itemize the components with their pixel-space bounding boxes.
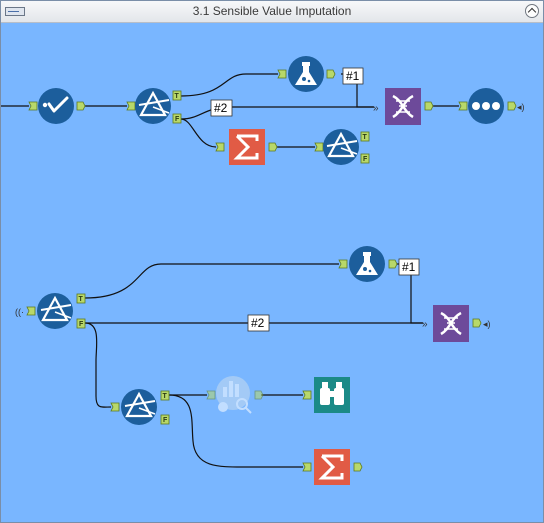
svg-text:◂): ◂): [483, 319, 491, 329]
true-anchor[interactable]: T: [76, 293, 86, 304]
macro-output-tool[interactable]: ◂): [458, 88, 525, 124]
filter-tool[interactable]: T F: [110, 389, 170, 425]
svg-text:F: F: [163, 417, 168, 424]
connection: [180, 118, 217, 148]
connection: [84, 322, 112, 408]
container-title: 3.1 Sensible Value Imputation: [192, 4, 352, 18]
svg-text:F: F: [175, 116, 180, 123]
svg-text:#2: #2: [214, 101, 228, 115]
svg-text:#1: #1: [346, 69, 360, 83]
filter-tool[interactable]: T F: [126, 88, 182, 124]
svg-text:T: T: [79, 296, 84, 303]
connection-label-1: #1: [398, 258, 420, 276]
false-anchor[interactable]: F: [360, 153, 370, 164]
svg-text:»: »: [422, 319, 428, 330]
filter-tool[interactable]: ((· T F: [15, 293, 86, 329]
container-title-bar[interactable]: 3.1 Sensible Value Imputation: [1, 1, 543, 23]
true-anchor[interactable]: T: [160, 390, 170, 401]
svg-text:T: T: [163, 393, 168, 400]
true-anchor[interactable]: T: [172, 90, 182, 101]
collapse-icon[interactable]: [525, 4, 539, 18]
join-multiple-tool[interactable]: »: [373, 88, 434, 125]
svg-text:F: F: [363, 156, 368, 163]
workflow-canvas[interactable]: T F #1 #2 T F » ◂) ((· T F #1 #2 » ◂) T …: [1, 23, 543, 522]
connection-label-2: #2: [210, 99, 233, 117]
filter-tool[interactable]: T F: [314, 129, 370, 165]
svg-text:T: T: [363, 134, 368, 141]
browse-tool[interactable]: [302, 377, 350, 413]
connections-bottom: [84, 263, 423, 468]
field-summary-tool[interactable]: [206, 376, 264, 414]
svg-text:F: F: [79, 321, 84, 328]
formula-tool[interactable]: [277, 56, 336, 92]
true-anchor[interactable]: T: [360, 131, 370, 142]
summarize-tool[interactable]: [215, 129, 278, 165]
connection-label-1: #1: [342, 67, 364, 85]
false-anchor[interactable]: F: [76, 318, 86, 329]
select-tool[interactable]: [28, 88, 86, 124]
formula-tool[interactable]: [338, 246, 398, 282]
join-multiple-tool[interactable]: » ◂): [422, 305, 491, 342]
connection: [180, 106, 374, 120]
svg-text:◂): ◂): [517, 102, 525, 112]
svg-text:((·: ((·: [15, 307, 24, 317]
false-anchor[interactable]: F: [172, 113, 182, 124]
svg-text:»: »: [373, 103, 379, 114]
false-anchor[interactable]: F: [160, 414, 170, 425]
connection: [84, 263, 339, 299]
workflow-container: 3.1 Sensible Value Imputation T F #1 #2 …: [0, 0, 544, 523]
connection: [180, 73, 278, 97]
svg-text:#1: #1: [402, 260, 416, 274]
svg-text:T: T: [175, 93, 180, 100]
connection-label-2: #2: [247, 314, 270, 332]
summarize-tool[interactable]: [302, 449, 363, 485]
svg-text:#2: #2: [251, 316, 265, 330]
